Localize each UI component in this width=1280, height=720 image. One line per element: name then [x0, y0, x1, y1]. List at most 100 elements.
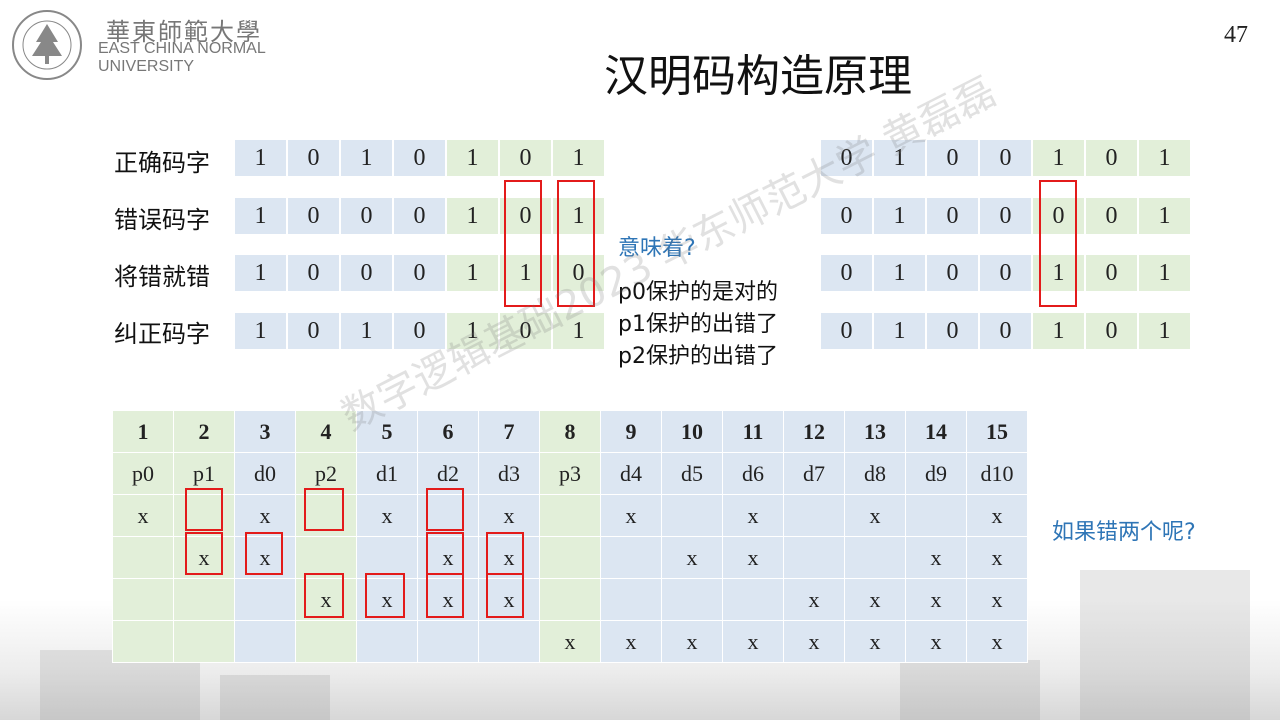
bit-cell: 1 [447, 313, 498, 349]
bit-cell: 0 [927, 255, 978, 291]
bit-cell: 1 [235, 198, 286, 234]
bit-cell: 1 [874, 198, 925, 234]
question-note: 意味着? [618, 236, 696, 261]
table-cell: d5 [661, 452, 723, 495]
bit-cell: 1 [553, 140, 604, 176]
table-cell: x [722, 494, 784, 537]
highlight-box [304, 573, 344, 618]
bit-cell: 0 [288, 140, 339, 176]
bit-cell: 0 [288, 198, 339, 234]
table-cell: 10 [661, 410, 723, 453]
bit-cell: 1 [874, 313, 925, 349]
table-cell [600, 536, 662, 579]
bit-cell: 1 [1139, 198, 1190, 234]
bit-cell: 0 [927, 198, 978, 234]
table-cell [600, 578, 662, 621]
table-cell: d1 [356, 452, 418, 495]
highlight-box [426, 488, 464, 531]
parity-group-row: xxxxxxxx [112, 578, 1028, 621]
bit-cell: 0 [1086, 198, 1137, 234]
table-cell: x [905, 578, 967, 621]
table-cell [722, 578, 784, 621]
bit-cell: 0 [821, 198, 872, 234]
table-cell [783, 494, 845, 537]
table-cell: 8 [539, 410, 601, 453]
table-cell: x [661, 620, 723, 663]
highlight-box [504, 180, 542, 307]
table-cell: p3 [539, 452, 601, 495]
row-label-misfix: 将错就错 [114, 263, 210, 291]
note-line-2: p1保护的出错了 [618, 312, 778, 337]
bit-cell: 0 [394, 140, 445, 176]
table-cell: 14 [905, 410, 967, 453]
bit-cell: 0 [980, 140, 1031, 176]
two-errors-question: 如果错两个呢? [1052, 520, 1196, 545]
bit-cell: 0 [394, 313, 445, 349]
table-cell: d10 [966, 452, 1028, 495]
table-cell: x [478, 494, 540, 537]
table-cell: x [661, 536, 723, 579]
table-cell [234, 578, 296, 621]
bit-cell: 1 [341, 313, 392, 349]
table-cell: 7 [478, 410, 540, 453]
bit-cell: 0 [1086, 313, 1137, 349]
logo-en-line2: UNIVERSITY [98, 58, 195, 75]
bit-cell: 1 [235, 313, 286, 349]
table-cell: 5 [356, 410, 418, 453]
logo-english-name: EAST CHINA NORMAL UNIVERSITY [98, 40, 266, 76]
bit-cell: 1 [235, 140, 286, 176]
highlight-box [557, 180, 595, 307]
bit-cell: 1 [1033, 313, 1084, 349]
left-codeword-row: 1 0 0 0 1 0 1 [235, 198, 604, 234]
table-cell: x [844, 494, 906, 537]
table-cell: 6 [417, 410, 479, 453]
table-cell: x [905, 620, 967, 663]
right-codeword-row: 0 1 0 0 1 0 1 [821, 313, 1190, 349]
table-cell: d3 [478, 452, 540, 495]
bit-cell: 1 [1139, 255, 1190, 291]
table-cell [539, 494, 601, 537]
highlight-box [1039, 180, 1077, 307]
bit-cell: 1 [1139, 140, 1190, 176]
table-cell [112, 578, 174, 621]
table-cell [905, 494, 967, 537]
table-cell: x [966, 536, 1028, 579]
table-cell: x [356, 494, 418, 537]
table-cell: 12 [783, 410, 845, 453]
table-cell: x [966, 578, 1028, 621]
bit-cell: 0 [288, 313, 339, 349]
bit-cell: 1 [553, 313, 604, 349]
table-cell: p0 [112, 452, 174, 495]
table-cell: x [844, 620, 906, 663]
table-cell: d6 [722, 452, 784, 495]
bit-cell: 0 [821, 255, 872, 291]
table-cell: 1 [112, 410, 174, 453]
position-header-row: 1 2 3 4 5 6 7 8 9 10 11 12 13 14 15 [112, 410, 1028, 453]
table-cell: x [783, 578, 845, 621]
bit-cell: 0 [927, 313, 978, 349]
highlight-box [185, 488, 223, 531]
table-cell: 4 [295, 410, 357, 453]
table-cell [295, 620, 357, 663]
table-cell: x [539, 620, 601, 663]
table-cell [417, 620, 479, 663]
bit-cell: 0 [927, 140, 978, 176]
highlight-box [304, 488, 344, 531]
highlight-box [245, 532, 283, 575]
table-cell [356, 620, 418, 663]
table-cell [112, 620, 174, 663]
bit-cell: 0 [1086, 255, 1137, 291]
bit-cell: 0 [394, 198, 445, 234]
bit-cell: 0 [980, 255, 1031, 291]
table-cell: d4 [600, 452, 662, 495]
bit-cell: 1 [235, 255, 286, 291]
highlight-box [365, 573, 405, 618]
parity-group-row: xxxxxxxx [112, 494, 1028, 537]
building-silhouette [220, 675, 330, 720]
row-label-corrected: 纠正码字 [114, 320, 210, 348]
table-cell [661, 494, 723, 537]
left-codeword-row: 1 0 1 0 1 0 1 [235, 140, 604, 176]
table-cell: d8 [844, 452, 906, 495]
building-silhouette [1080, 570, 1250, 720]
table-cell: x [966, 620, 1028, 663]
